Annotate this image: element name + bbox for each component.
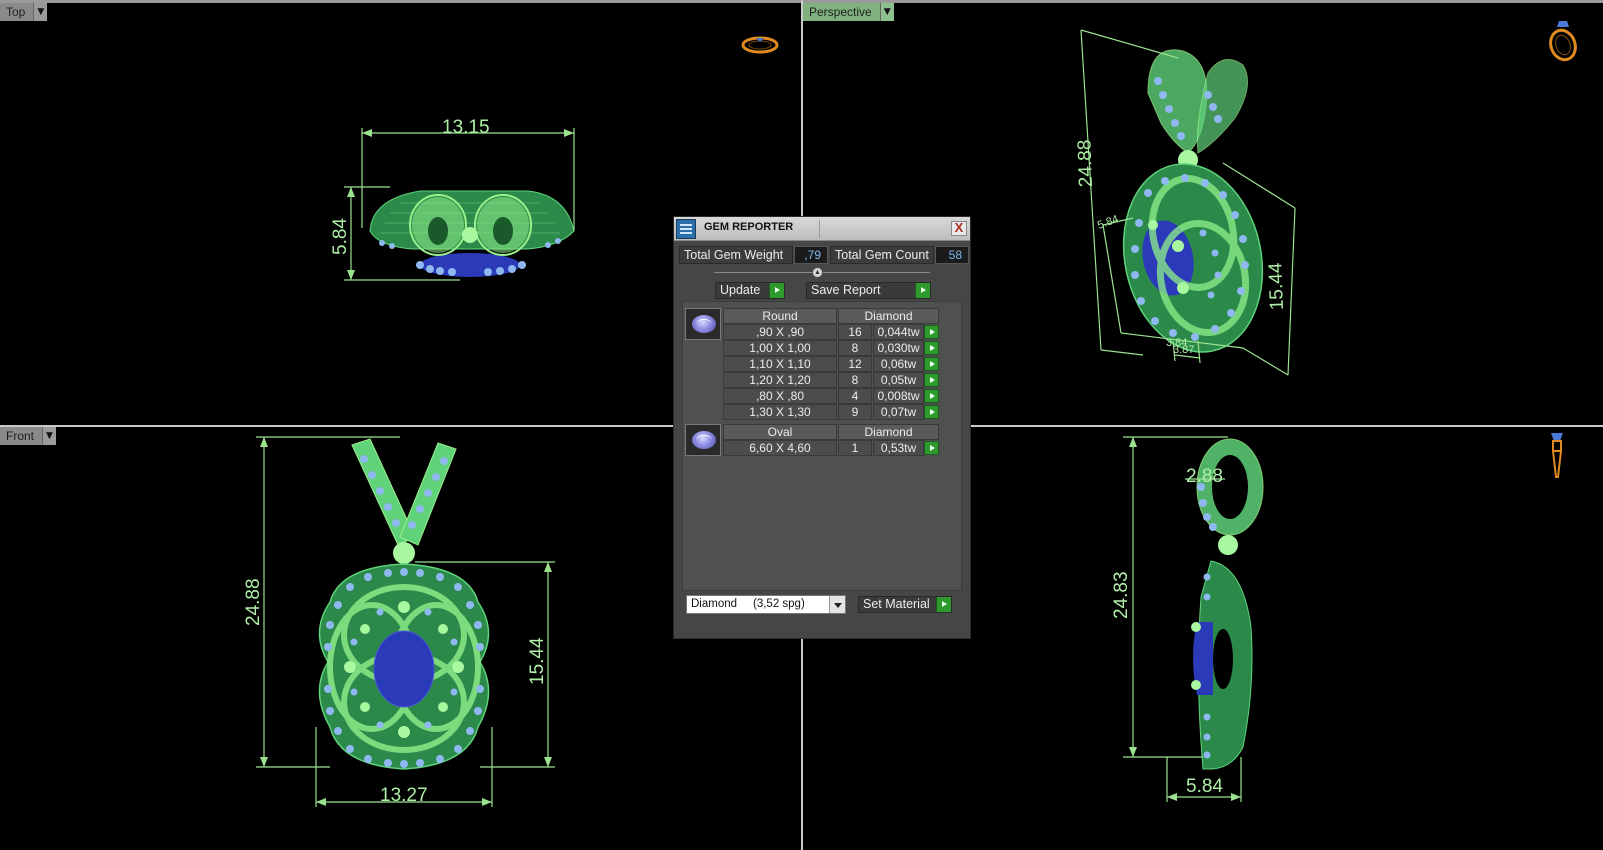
gem-size: 1,00 X 1,00 <box>723 340 837 356</box>
select-row-arrow-icon[interactable] <box>924 373 939 387</box>
viewport-name: Top <box>0 3 34 21</box>
gem-weight: 0,030tw <box>873 340 924 356</box>
gem-reporter-dialog: GEM REPORTER X Total Gem Weight ,79 Tota… <box>673 216 971 639</box>
select-row-arrow-icon[interactable] <box>924 389 939 403</box>
right-depth-dim: 5.84 <box>1186 776 1223 797</box>
gem-weight: 0,07tw <box>873 404 924 420</box>
viewport-name: Front <box>0 427 43 445</box>
material-select[interactable]: Diamond (3,52 spg) <box>686 595 846 614</box>
gem-count: 16 <box>838 324 872 340</box>
save-report-label: Save Report <box>811 283 881 297</box>
round-gem-thumbnail-icon[interactable] <box>685 308 721 340</box>
gem-weight: 0,044tw <box>873 324 924 340</box>
play-arrow-icon <box>936 597 951 612</box>
gem-count: 4 <box>838 388 872 404</box>
select-row-arrow-icon[interactable] <box>924 325 939 339</box>
gem-count: 8 <box>838 372 872 388</box>
gem-reporter-icon <box>676 219 696 239</box>
gem-count: 9 <box>838 404 872 420</box>
set-material-button[interactable]: Set Material <box>858 596 952 613</box>
shape-header: Oval <box>723 424 837 440</box>
gem-size: 1,30 X 1,30 <box>723 404 837 420</box>
gem-count: 8 <box>838 340 872 356</box>
chevron-down-icon[interactable]: ▼ <box>42 427 57 445</box>
gem-weight: 0,53tw <box>873 440 924 456</box>
persp-height-dim: 24.88 <box>1074 139 1097 187</box>
viewport-label-front[interactable]: Front ▼ <box>0 427 57 445</box>
shape-header: Round <box>723 308 837 324</box>
total-gem-count-label: Total Gem Count <box>830 246 934 264</box>
gem-count: 12 <box>838 356 872 372</box>
select-row-arrow-icon[interactable] <box>924 357 939 371</box>
gem-weight: 0,05tw <box>873 372 924 388</box>
gem-size: 6,60 X 4,60 <box>723 440 837 456</box>
gem-count: 1 <box>838 440 872 456</box>
ring-top-icon[interactable] <box>740 33 780 57</box>
viewport-name: Perspective <box>803 3 880 21</box>
update-label: Update <box>720 283 761 297</box>
gem-list-panel[interactable]: Round Diamond ,90 X ,90 16 0,044tw 1,00 … <box>682 301 962 591</box>
chevron-down-icon[interactable]: ▼ <box>879 3 894 21</box>
gem-weight: 0,008tw <box>873 388 924 404</box>
right-height-dim: 24.83 <box>1111 571 1132 619</box>
oval-gem-thumbnail-icon[interactable] <box>685 424 721 456</box>
close-button[interactable]: X <box>951 221 967 236</box>
select-row-arrow-icon[interactable] <box>924 405 939 419</box>
play-arrow-icon <box>769 283 784 298</box>
gem-size: ,90 X ,90 <box>723 324 837 340</box>
total-gem-weight-value: ,79 <box>794 246 828 264</box>
front-height-dim: 24.88 <box>243 578 264 626</box>
dialog-title: GEM REPORTER <box>704 221 794 233</box>
gem-size: 1,10 X 1,10 <box>723 356 837 372</box>
persp-width-dim: 15.44 <box>1265 262 1288 311</box>
update-button[interactable]: Update <box>715 282 785 299</box>
total-gem-count-value: 58 <box>935 246 969 264</box>
viewport-label-perspective[interactable]: Perspective ▼ <box>803 3 894 21</box>
persp-depth-dim: 5.84 <box>1096 213 1120 232</box>
gem-size: 1,20 X 1,20 <box>723 372 837 388</box>
front-body-height-dim: 15.44 <box>527 637 548 685</box>
set-material-label: Set Material <box>863 597 930 611</box>
material-select-value: Diamond (3,52 spg) <box>691 598 805 610</box>
close-icon: X <box>954 220 964 235</box>
chevron-down-icon[interactable] <box>829 596 845 613</box>
material-header: Diamond <box>838 424 939 440</box>
gem-weight: 0,06tw <box>873 356 924 372</box>
top-height-dim: 5.84 <box>330 218 351 255</box>
total-gem-weight-label: Total Gem Weight <box>679 246 793 264</box>
persp-small-dim-2: 3.87 <box>1173 344 1194 356</box>
select-row-arrow-icon[interactable] <box>924 341 939 355</box>
ring-perspective-icon[interactable] <box>1543 15 1583 65</box>
gem-size: ,80 X ,80 <box>723 388 837 404</box>
viewport-label-top[interactable]: Top ▼ <box>0 3 48 21</box>
select-row-arrow-icon[interactable] <box>924 441 939 455</box>
collapse-handle-icon[interactable]: ▲ <box>812 267 823 278</box>
top-width-dim: 13.15 <box>442 117 490 138</box>
play-arrow-icon <box>915 283 930 298</box>
title-separator <box>819 220 820 238</box>
dialog-titlebar[interactable]: GEM REPORTER X <box>674 217 970 241</box>
pendant-side-icon[interactable] <box>1545 427 1569 481</box>
material-header: Diamond <box>838 308 939 324</box>
right-bail-dim: 2.88 <box>1186 466 1223 487</box>
chevron-down-icon[interactable]: ▼ <box>33 3 48 21</box>
save-report-button[interactable]: Save Report <box>806 282 931 299</box>
front-width-dim: 13.27 <box>380 785 428 806</box>
